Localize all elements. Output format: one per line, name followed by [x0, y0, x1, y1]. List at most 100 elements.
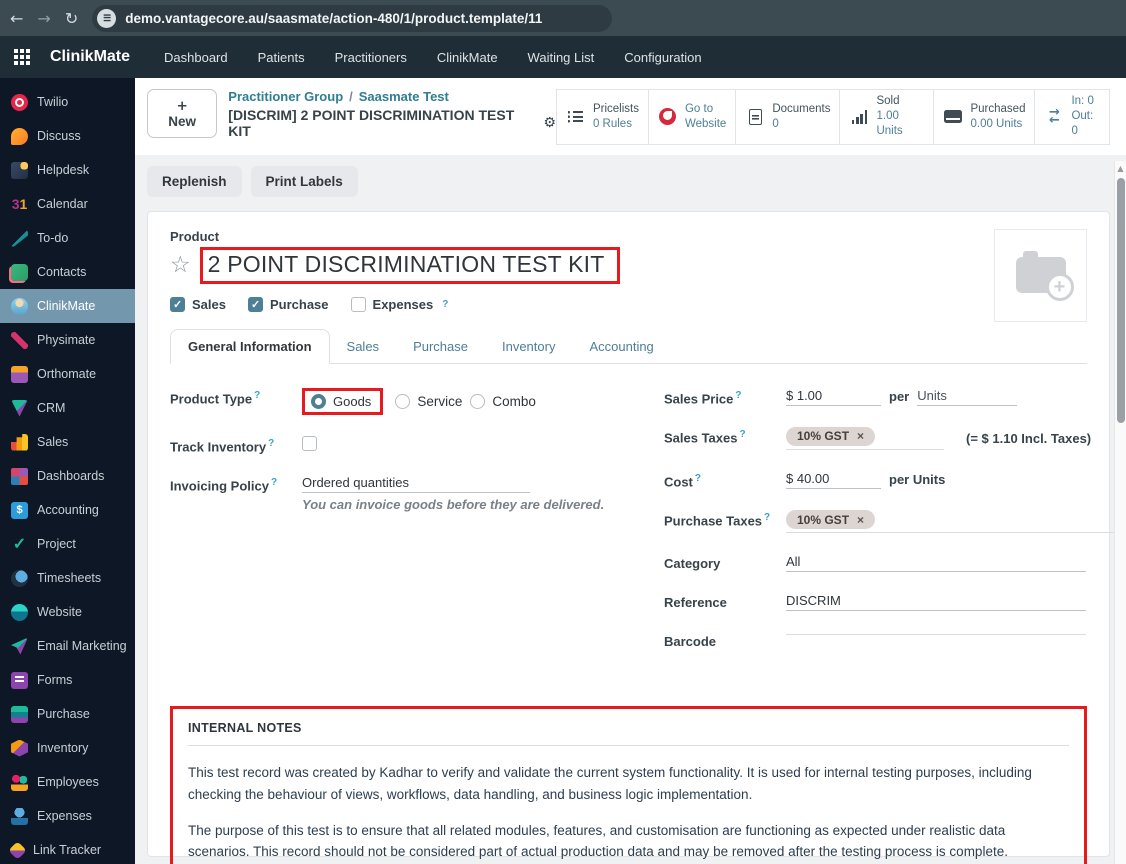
stat-button-sold[interactable]: Sold 1.00 Units [839, 90, 933, 144]
sidebar-item-twilio[interactable]: Twilio [0, 85, 135, 119]
project-icon [11, 536, 28, 553]
sidebar-item-website[interactable]: Website [0, 595, 135, 629]
favorite-star-icon[interactable]: ☆ [170, 253, 191, 277]
internal-notes-paragraph[interactable]: This test record was created by Kadhar t… [188, 762, 1069, 805]
sidebar-item-email-marketing[interactable]: Email Marketing [0, 629, 135, 663]
expenses-icon [11, 807, 28, 825]
sales-taxes-label: Sales Taxes? [664, 428, 746, 446]
tab-general-information[interactable]: General Information [170, 328, 330, 364]
nav-item-waiting-list[interactable]: Waiting List [518, 44, 605, 71]
nav-item-patients[interactable]: Patients [248, 44, 315, 71]
product-title-input[interactable]: 2 POINT DISCRIMINATION TEST KIT [208, 251, 608, 278]
brand-title[interactable]: ClinikMate [50, 48, 130, 66]
reference-input[interactable]: DISCRIM [786, 593, 1086, 612]
internal-notes-paragraph[interactable]: The purpose of this test is to ensure th… [188, 820, 1069, 863]
sidebar-item-crm[interactable]: CRM [0, 391, 135, 425]
scrollbar-up-arrow[interactable]: ▲ [1115, 161, 1126, 173]
vertical-scrollbar[interactable]: ▲ [1114, 161, 1126, 864]
sidebar-item-clinikmate[interactable]: ClinikMate [0, 289, 135, 323]
breadcrumb-parent[interactable]: Practitioner Group [228, 89, 343, 104]
apps-grid-icon[interactable] [14, 49, 30, 65]
nav-item-configuration[interactable]: Configuration [614, 44, 711, 71]
sidebar-item-sales[interactable]: Sales [0, 425, 135, 459]
sidebar-item-timesheets[interactable]: Timesheets [0, 561, 135, 595]
sidebar-item-label: To-do [37, 231, 69, 245]
sidebar-item-calendar[interactable]: Calendar [0, 187, 135, 221]
expenses-checkbox-box[interactable] [350, 296, 366, 312]
tab-sales[interactable]: Sales [330, 330, 397, 363]
site-info-icon[interactable]: ☰ [97, 8, 117, 28]
print-labels-button[interactable]: Print Labels [250, 165, 358, 197]
help-icon: ? [442, 298, 449, 310]
stat-button-purchased[interactable]: Purchased 0.00 Units [933, 90, 1034, 144]
nav-item-practitioners[interactable]: Practitioners [325, 44, 417, 71]
sidebar-item-employees[interactable]: Employees [0, 765, 135, 799]
sidebar-item-forms[interactable]: Forms [0, 663, 135, 697]
goods-radio[interactable] [311, 393, 326, 409]
breadcrumb-current[interactable]: Saasmate Test [359, 89, 449, 104]
combo-radio-option[interactable]: Combo [470, 393, 536, 409]
crm-icon [11, 399, 28, 417]
plus-icon: + [176, 98, 188, 114]
remove-tag-icon[interactable]: × [857, 429, 864, 443]
sidebar-item-label: Dashboards [37, 469, 105, 483]
sales-uom-select[interactable]: Units [917, 388, 1018, 406]
back-icon[interactable]: ← [10, 9, 23, 28]
reload-icon[interactable]: ↻ [65, 9, 78, 28]
sidebar-item-accounting[interactable]: Accounting [0, 493, 135, 527]
gear-icon[interactable]: ⚙ [543, 115, 556, 131]
sales-tax-tag[interactable]: 10% GST × [786, 426, 876, 446]
contacts-icon [11, 263, 28, 281]
sales-price-input[interactable]: $ 1.00 [786, 388, 881, 406]
nav-item-clinikmate[interactable]: ClinikMate [427, 44, 508, 71]
sidebar-item-inventory[interactable]: Inventory [0, 731, 135, 765]
barcode-input[interactable] [786, 632, 1086, 636]
sidebar-item-link-tracker[interactable]: Link Tracker [0, 833, 135, 864]
sidebar-item-project[interactable]: Project [0, 527, 135, 561]
sidebar-item-physimate[interactable]: Physimate [0, 323, 135, 357]
tab-purchase[interactable]: Purchase [396, 330, 485, 363]
stat-button-go-to-website[interactable]: Go to Website [647, 90, 735, 144]
forward-icon[interactable]: → [37, 9, 50, 28]
remove-tag-icon[interactable]: × [857, 513, 864, 527]
transfer-arrows-icon: → ← [1049, 104, 1060, 128]
address-bar[interactable]: ☰ demo.vantagecore.au/saasmate/action-48… [92, 4, 613, 32]
replenish-button[interactable]: Replenish [147, 165, 242, 197]
stat-button-in-out[interactable]: → ← In: 0 Out: 0 [1034, 90, 1109, 144]
sidebar-item-helpdesk[interactable]: Helpdesk [0, 153, 135, 187]
barcode-label: Barcode [664, 634, 717, 650]
combo-radio[interactable] [470, 393, 486, 409]
sidebar-item-discuss[interactable]: Discuss [0, 119, 135, 153]
main-content: + New Practitioner Group / Saasmate Test… [135, 78, 1126, 864]
sidebar-item-contacts[interactable]: Contacts [0, 255, 135, 289]
track-inventory-checkbox[interactable] [302, 435, 317, 451]
tab-accounting[interactable]: Accounting [572, 330, 670, 363]
stat-button-pricelists[interactable]: Pricelists 0 Rules [557, 90, 648, 144]
cost-input[interactable]: $ 40.00 [786, 471, 881, 489]
scrollbar-thumb[interactable] [1117, 178, 1125, 423]
service-radio-option[interactable]: Service [395, 393, 462, 409]
url-text[interactable]: demo.vantagecore.au/saasmate/action-480/… [125, 11, 542, 26]
sidebar-item-todo[interactable]: To-do [0, 221, 135, 255]
email-marketing-icon [11, 637, 28, 655]
stat-button-documents[interactable]: Documents 0 [735, 90, 839, 144]
sidebar-item-expenses[interactable]: Expenses [0, 799, 135, 833]
purchase-checkbox[interactable]: Purchase [247, 296, 329, 312]
product-image-placeholder[interactable]: + [994, 228, 1087, 322]
sidebar-item-purchase[interactable]: Purchase [0, 697, 135, 731]
sidebar-item-dashboards[interactable]: Dashboards [0, 459, 135, 493]
expenses-checkbox[interactable]: Expenses? [350, 296, 449, 312]
todo-icon [11, 229, 28, 247]
new-button[interactable]: + New [147, 89, 218, 138]
purchase-tax-tag[interactable]: 10% GST × [786, 510, 876, 530]
category-input[interactable]: All [786, 554, 1086, 573]
purchase-checkbox-box[interactable] [247, 296, 263, 312]
help-icon: ? [270, 476, 278, 488]
sales-checkbox[interactable]: Sales [170, 296, 226, 312]
sidebar-item-orthomate[interactable]: Orthomate [0, 357, 135, 391]
invoicing-policy-select[interactable]: Ordered quantities [302, 475, 530, 493]
tab-inventory[interactable]: Inventory [485, 330, 572, 363]
service-radio[interactable] [395, 393, 411, 409]
nav-item-dashboard[interactable]: Dashboard [154, 44, 238, 71]
sales-checkbox-box[interactable] [170, 296, 185, 312]
